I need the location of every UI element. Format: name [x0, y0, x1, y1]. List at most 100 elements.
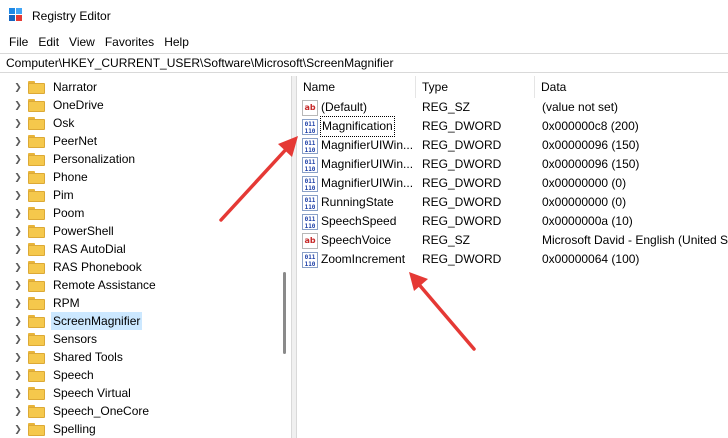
tree-item-label: ScreenMagnifier — [51, 312, 143, 330]
tree-scrollbar[interactable] — [281, 76, 289, 438]
menu-favorites[interactable]: Favorites — [100, 32, 159, 52]
folder-icon — [28, 152, 45, 166]
tree-item[interactable]: ❯ Spelling — [0, 420, 280, 438]
chevron-right-icon[interactable]: ❯ — [12, 136, 24, 147]
chevron-right-icon[interactable]: ❯ — [12, 154, 24, 165]
menu-file[interactable]: File — [4, 32, 33, 52]
chevron-right-icon[interactable]: ❯ — [12, 118, 24, 129]
value-type: REG_DWORD — [422, 214, 502, 228]
chevron-right-icon[interactable]: ❯ — [12, 262, 24, 273]
menu-help[interactable]: Help — [159, 32, 194, 52]
value-row[interactable]: 011 110 Magnification REG_DWORD 0x000000c8 (… — [297, 116, 728, 137]
menu-view[interactable]: View — [64, 32, 100, 52]
value-row[interactable]: ab (Default) REG_SZ (value not set) — [297, 98, 728, 117]
folder-icon — [28, 80, 45, 94]
value-name-cell: 011 110 MagnifierUIWin... — [297, 174, 416, 193]
chevron-right-icon[interactable]: ❯ — [12, 352, 24, 363]
folder-icon — [28, 278, 45, 292]
chevron-right-icon[interactable]: ❯ — [12, 226, 24, 237]
tree-item-label: Pim — [53, 188, 74, 202]
tree-item[interactable]: ❯ Sensors — [0, 330, 280, 348]
tree-item[interactable]: ❯ PowerShell — [0, 222, 280, 240]
menu-edit[interactable]: Edit — [33, 32, 64, 52]
value-data: 0x00000096 (150) — [542, 157, 640, 171]
folder-icon — [28, 224, 45, 238]
chevron-right-icon[interactable]: ❯ — [12, 172, 24, 183]
value-type: REG_DWORD — [422, 252, 502, 266]
binary-value-icon: 011 110 — [302, 118, 318, 135]
value-list: Name Type Data ab (Default) REG_SZ (value n… — [297, 76, 728, 438]
folder-icon — [28, 242, 45, 256]
folder-icon — [28, 404, 45, 418]
chevron-right-icon[interactable]: ❯ — [12, 316, 24, 327]
tree-item[interactable]: ❯ Remote Assistance — [0, 276, 280, 294]
registry-editor-icon — [9, 8, 25, 24]
chevron-right-icon[interactable]: ❯ — [12, 100, 24, 111]
value-row[interactable]: 011 110 MagnifierUIWin... REG_DWORD 0x000000… — [297, 155, 728, 174]
folder-icon — [28, 422, 45, 436]
folder-icon — [28, 386, 45, 400]
tree-item[interactable]: ❯ RAS Phonebook — [0, 258, 280, 276]
chevron-right-icon[interactable]: ❯ — [12, 334, 24, 345]
tree-item[interactable]: ❯ Shared Tools — [0, 348, 280, 366]
tree-item[interactable]: ❯ Osk — [0, 114, 280, 132]
value-type: REG_DWORD — [422, 138, 502, 152]
tree-item-label: Speech — [53, 368, 94, 382]
binary-value-icon: 011 110 — [302, 213, 318, 230]
address-bar[interactable]: Computer\HKEY_CURRENT_USER\Software\Micr… — [0, 53, 728, 73]
folder-icon — [28, 332, 45, 346]
binary-value-icon: 011 110 — [302, 137, 318, 154]
tree-item-label: Speech Virtual — [53, 386, 131, 400]
value-row[interactable]: 011 110 MagnifierUIWin... REG_DWORD 0x000000… — [297, 174, 728, 193]
tree-item-label: PeerNet — [53, 134, 98, 148]
chevron-right-icon[interactable]: ❯ — [12, 424, 24, 435]
value-data: Microsoft David - English (United S — [542, 233, 728, 247]
chevron-right-icon[interactable]: ❯ — [12, 298, 24, 309]
tree-item[interactable]: ❯ Speech — [0, 366, 280, 384]
tree-item[interactable]: ❯ Speech Virtual — [0, 384, 280, 402]
tree-item-label: Speech_OneCore — [53, 404, 150, 418]
tree-item[interactable]: ❯ Narrator — [0, 78, 280, 96]
tree-item[interactable]: ❯ RPM — [0, 294, 280, 312]
chevron-right-icon[interactable]: ❯ — [12, 190, 24, 201]
chevron-right-icon[interactable]: ❯ — [12, 82, 24, 93]
tree-item[interactable]: ❯ RAS AutoDial — [0, 240, 280, 258]
chevron-right-icon[interactable]: ❯ — [12, 244, 24, 255]
value-row[interactable]: 011 110 MagnifierUIWin... REG_DWORD 0x000000… — [297, 136, 728, 155]
chevron-right-icon[interactable]: ❯ — [12, 388, 24, 399]
chevron-right-icon[interactable]: ❯ — [12, 370, 24, 381]
chevron-right-icon[interactable]: ❯ — [12, 280, 24, 291]
value-name: RunningState — [321, 195, 394, 209]
chevron-right-icon[interactable]: ❯ — [12, 406, 24, 417]
value-type: REG_SZ — [422, 233, 471, 247]
value-type: REG_DWORD — [422, 176, 502, 190]
value-row[interactable]: 011 110 SpeechSpeed REG_DWORD 0x0000000a (10… — [297, 212, 728, 231]
tree-item-label: Narrator — [53, 80, 98, 94]
value-row[interactable]: 011 110 ZoomIncrement REG_DWORD 0x00000064 (… — [297, 250, 728, 269]
tree-item[interactable]: ❯ ScreenMagnifier — [0, 312, 280, 330]
value-name: Magnification — [320, 116, 395, 137]
value-row[interactable]: ab SpeechVoice REG_SZ Microsoft David - Eng… — [297, 231, 728, 250]
folder-icon — [28, 260, 45, 274]
column-header-data[interactable]: Data — [535, 76, 728, 98]
tree-item[interactable]: ❯ OneDrive — [0, 96, 280, 114]
tree-item-label: Personalization — [53, 152, 136, 166]
tree-item[interactable]: ❯ Pim — [0, 186, 280, 204]
tree-scrollbar-thumb[interactable] — [283, 272, 286, 354]
folder-icon — [28, 296, 45, 310]
binary-value-icon: 011 110 — [302, 156, 318, 173]
tree-item[interactable]: ❯ PeerNet — [0, 132, 280, 150]
folder-icon — [28, 170, 45, 184]
tree-item[interactable]: ❯ Speech_OneCore — [0, 402, 280, 420]
column-header-name[interactable]: Name — [297, 76, 416, 98]
folder-icon — [28, 368, 45, 382]
tree-item[interactable]: ❯ Phone — [0, 168, 280, 186]
tree-item[interactable]: ❯ Personalization — [0, 150, 280, 168]
tree-item-label: Shared Tools — [53, 350, 123, 364]
tree-item[interactable]: ❯ Poom — [0, 204, 280, 222]
folder-icon — [28, 206, 45, 220]
folder-icon — [28, 188, 45, 202]
column-header-type[interactable]: Type — [416, 76, 535, 98]
chevron-right-icon[interactable]: ❯ — [12, 208, 24, 219]
value-row[interactable]: 011 110 RunningState REG_DWORD 0x00000000 (0… — [297, 193, 728, 212]
